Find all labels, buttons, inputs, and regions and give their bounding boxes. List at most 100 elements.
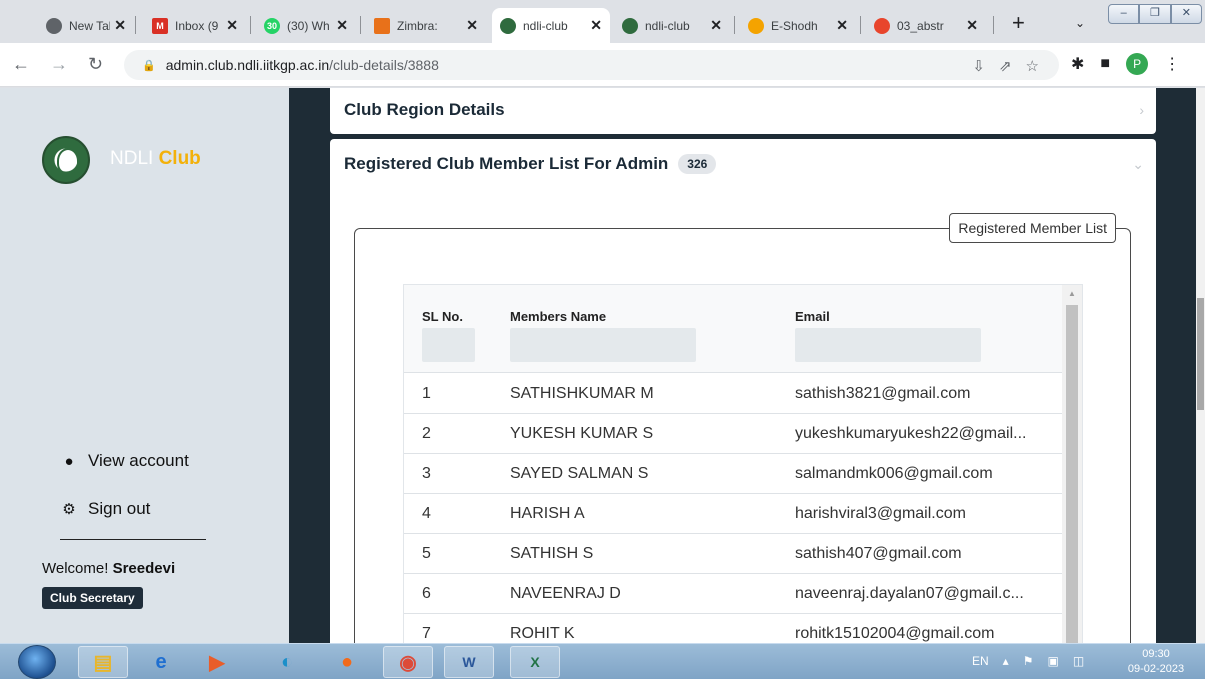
table-scrollbar[interactable]: ▲: [1062, 285, 1082, 643]
tab-title: 03_abstr: [897, 18, 944, 33]
browser-tab-active[interactable]: ndli-club ✕: [492, 8, 610, 43]
view-account-label: View account: [88, 451, 189, 470]
scroll-up-arrow-icon[interactable]: ▲: [1068, 289, 1076, 298]
eshodh-icon: [748, 17, 764, 34]
close-icon[interactable]: ✕: [336, 17, 348, 34]
club-region-title[interactable]: Club Region Details: [344, 100, 505, 120]
table-row[interactable]: 7 ROHIT K rohitk15102004@gmail.com: [404, 614, 1064, 643]
tray-expand-icon[interactable]: ▴: [1003, 654, 1009, 668]
tab-title: ndli-club: [523, 18, 568, 33]
chrome-taskbar-icon[interactable]: ◉: [383, 646, 433, 678]
row-sl: 6: [422, 585, 431, 602]
reload-icon[interactable]: ↻: [88, 54, 103, 74]
os-taskbar: ▤ e ▶ ◐ ● ◉ W X EN ▴ ⚑ ▣ ◫ 09:30 09-02-2…: [0, 643, 1205, 679]
row-sl: 3: [422, 465, 431, 482]
browser-tab[interactable]: 03_abstr ✕: [866, 8, 986, 43]
browser-tab[interactable]: Zimbra: ✕: [366, 8, 486, 43]
browser-tab-strip: New Tab ✕ M Inbox (9 ✕ 30 (30) Wh ✕ Zimb…: [0, 0, 1205, 43]
row-email: sathish3821@gmail.com: [795, 385, 971, 402]
clock-date: 09-02-2023: [1127, 663, 1185, 675]
chevron-down-icon[interactable]: ⌄: [1132, 156, 1144, 173]
close-icon[interactable]: ✕: [466, 17, 478, 34]
table-row[interactable]: 3 SAYED SALMAN S salmandmk006@gmail.com: [404, 454, 1064, 494]
file-explorer-icon[interactable]: ▤: [78, 646, 128, 678]
member-list-title: Registered Club Member List For Admin: [344, 154, 669, 173]
name-filter-input[interactable]: [510, 328, 696, 362]
gmail-icon: M: [152, 17, 168, 34]
browser-tab[interactable]: ndli-club ✕: [614, 8, 730, 43]
close-icon[interactable]: ✕: [710, 17, 722, 34]
volume-icon[interactable]: ◫: [1073, 654, 1084, 668]
extensions-puzzle-icon[interactable]: ✱: [1071, 54, 1084, 74]
tab-separator: [993, 16, 994, 34]
row-name: ROHIT K: [510, 625, 575, 642]
tab-search-chevron-icon[interactable]: ⌄: [1075, 16, 1085, 30]
column-header-email[interactable]: Email: [795, 309, 830, 324]
language-indicator[interactable]: EN: [972, 654, 989, 668]
table-row[interactable]: 5 SATHISH S sathish407@gmail.com: [404, 534, 1064, 574]
club-region-card[interactable]: Club Region Details ›: [330, 88, 1156, 134]
browser-tab[interactable]: E-Shodh ✕: [740, 8, 856, 43]
back-arrow-icon[interactable]: ←: [12, 54, 30, 74]
install-app-icon[interactable]: ⇩: [972, 57, 985, 75]
menu-kebab-icon[interactable]: ⋮: [1164, 54, 1180, 74]
row-sl: 2: [422, 425, 431, 442]
pdf-icon: [874, 17, 890, 34]
side-panel-icon[interactable]: ■: [1100, 55, 1110, 73]
page-scrollbar-thumb[interactable]: [1197, 298, 1204, 410]
edge-icon[interactable]: ◐: [262, 646, 312, 678]
url-host: admin.club.ndli.iitkgp.ac.in: [165, 57, 330, 73]
table-row[interactable]: 6 NAVEENRAJ D naveenraj.dayalan07@gmail.…: [404, 574, 1064, 614]
bookmark-star-icon[interactable]: ☆: [1026, 57, 1039, 75]
page-scrollbar[interactable]: [1196, 88, 1205, 643]
lock-icon[interactable]: 🔒: [142, 59, 156, 72]
address-bar[interactable]: 🔒 admin.club.ndli.iitkgp.ac.in/club-deta…: [124, 50, 1059, 80]
browser-tab[interactable]: 30 (30) Wh ✕: [256, 8, 356, 43]
close-icon[interactable]: ✕: [590, 17, 602, 34]
browser-tab[interactable]: New Tab ✕: [38, 8, 134, 43]
maximize-button[interactable]: ❐: [1139, 4, 1171, 24]
table-row[interactable]: 2 YUKESH KUMAR S yukeshkumaryukesh22@gma…: [404, 414, 1064, 454]
table-row[interactable]: 1 SATHISHKUMAR M sathish3821@gmail.com: [404, 374, 1064, 414]
network-icon[interactable]: ⚑: [1023, 654, 1034, 668]
excel-icon[interactable]: X: [510, 646, 560, 678]
close-window-button[interactable]: ✕: [1170, 4, 1202, 24]
close-icon[interactable]: ✕: [226, 17, 238, 34]
firefox-icon[interactable]: ●: [322, 646, 372, 678]
system-clock[interactable]: 09:30 09-02-2023: [1116, 647, 1196, 677]
sign-out-link[interactable]: ⚙ Sign out: [60, 499, 150, 519]
media-player-icon[interactable]: ▶: [192, 646, 242, 678]
close-icon[interactable]: ✕: [836, 17, 848, 34]
row-email: salmandmk006@gmail.com: [795, 465, 993, 482]
profile-avatar[interactable]: P: [1126, 53, 1149, 75]
member-list-header[interactable]: Registered Club Member List For Admin 32…: [344, 154, 717, 174]
member-count-badge: 326: [678, 154, 717, 174]
column-header-name[interactable]: Members Name: [510, 309, 606, 324]
internet-explorer-icon[interactable]: e: [136, 646, 186, 678]
close-icon[interactable]: ✕: [966, 17, 978, 34]
word-icon[interactable]: W: [444, 646, 494, 678]
forward-arrow-icon[interactable]: →: [50, 54, 68, 74]
row-name: SATHISHKUMAR M: [510, 385, 654, 402]
tab-title: ndli-club: [645, 18, 690, 33]
chevron-right-icon[interactable]: ›: [1139, 102, 1144, 118]
zimbra-icon: [374, 17, 390, 34]
row-email: rohitk15102004@gmail.com: [795, 625, 995, 642]
welcome-user-name: Sreedevi: [112, 560, 176, 577]
view-account-link[interactable]: ● View account: [60, 451, 189, 471]
window-controls: – ❐ ✕: [1108, 4, 1202, 24]
minimize-button[interactable]: –: [1108, 4, 1140, 24]
email-filter-input[interactable]: [795, 328, 981, 362]
monitor-icon[interactable]: ▣: [1047, 654, 1058, 668]
share-icon[interactable]: ⇗: [999, 57, 1012, 75]
close-icon[interactable]: ✕: [114, 17, 126, 34]
start-button[interactable]: [18, 645, 56, 679]
sl-filter-input[interactable]: [422, 328, 475, 362]
table-row[interactable]: 4 HARISH A harishviral3@gmail.com: [404, 494, 1064, 534]
ndli-logo: [42, 136, 90, 184]
column-header-sl[interactable]: SL No.: [422, 309, 463, 324]
browser-tab[interactable]: M Inbox (9 ✕: [144, 8, 246, 43]
new-tab-button[interactable]: +: [1012, 12, 1025, 34]
table-scrollbar-thumb[interactable]: [1066, 305, 1078, 643]
row-email: yukeshkumaryukesh22@gmail...: [795, 425, 1027, 442]
